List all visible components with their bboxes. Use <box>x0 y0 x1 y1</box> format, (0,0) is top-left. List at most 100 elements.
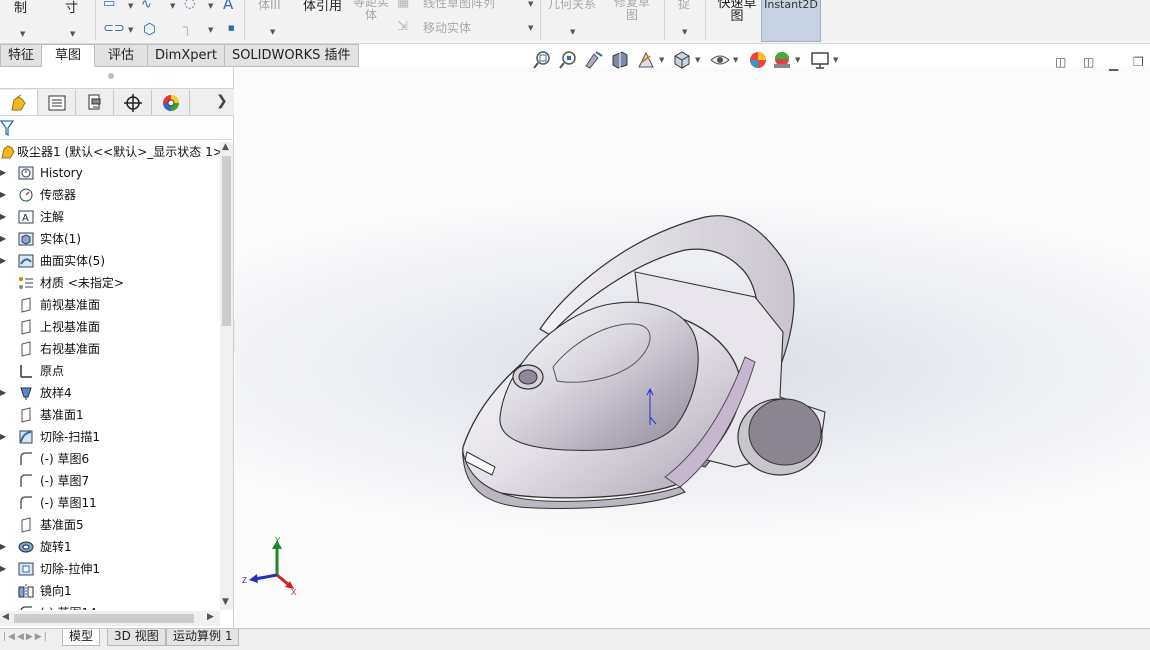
feature-manager-icon[interactable] <box>0 90 38 115</box>
scroll-down-icon[interactable]: ▼ <box>222 597 229 607</box>
tab-3d-view[interactable]: 3D 视图 <box>107 629 166 646</box>
tab-sketch[interactable]: 草图 <box>42 44 96 67</box>
tree-item[interactable]: ▶ A 注解 <box>0 206 220 228</box>
trim-entities-label[interactable]: 体III <box>258 0 281 12</box>
tree-item[interactable]: 前视基准面 <box>0 294 220 316</box>
tab-model[interactable]: 模型 <box>62 629 101 646</box>
expand-arrow-icon[interactable]: ▶ <box>0 558 6 580</box>
move-entities-label[interactable]: 移动实体 <box>423 21 471 35</box>
property-manager-icon[interactable] <box>38 90 76 115</box>
filter-icon[interactable] <box>0 120 14 136</box>
tree-item[interactable]: 基准面1 <box>0 404 220 426</box>
chevron-down-icon[interactable]: ▼ <box>20 30 25 38</box>
chevron-down-icon[interactable]: ▼ <box>570 28 575 36</box>
tree-item[interactable]: ▶ 传感器 <box>0 184 220 206</box>
expand-arrow-icon[interactable]: ▶ <box>0 184 6 206</box>
point-icon[interactable]: ■ <box>228 24 235 32</box>
expand-arrow-icon[interactable]: ▶ <box>0 206 6 228</box>
linear-pattern-icon[interactable]: ▦ <box>397 0 409 10</box>
fillet-icon[interactable]: ╮ <box>183 18 192 36</box>
tree-item-label: (-) 草图6 <box>40 452 90 466</box>
tree-item[interactable]: 材质 <未指定> <box>0 272 220 294</box>
display-manager-icon[interactable] <box>152 90 190 115</box>
chevron-down-icon[interactable]: ▼ <box>833 56 838 64</box>
repair-sketch-label[interactable]: 修复草图 <box>612 0 652 22</box>
spline-icon[interactable]: ∿ <box>141 0 152 12</box>
relations-label[interactable]: 几何关系 <box>548 0 596 11</box>
move-entities-icon[interactable]: ⇲ <box>397 19 408 34</box>
chevron-down-icon[interactable]: ▼ <box>128 26 133 34</box>
tree-item[interactable]: ▶ 实体(1) <box>0 228 220 250</box>
expand-arrow-icon[interactable]: ▶ <box>0 382 6 404</box>
chevron-down-icon[interactable]: ▼ <box>208 26 213 34</box>
chevron-down-icon[interactable]: ▼ <box>70 30 75 38</box>
scroll-up-icon[interactable]: ▲ <box>222 142 229 152</box>
scroll-right-icon[interactable]: ▶ <box>207 612 214 622</box>
instant2d-button[interactable]: Instant2D <box>761 0 821 42</box>
tree-filter-bar[interactable] <box>0 116 232 140</box>
tree-item[interactable]: 基准面5 <box>0 514 220 536</box>
chevron-down-icon[interactable]: ▼ <box>208 2 213 10</box>
snap-label[interactable]: 捉 <box>678 0 690 11</box>
tab-nav-arrows[interactable]: |◀◀▶▶| <box>3 632 49 642</box>
convert-entities-label[interactable]: 体引用 <box>303 0 342 14</box>
chevron-down-icon[interactable]: ▼ <box>528 24 533 32</box>
scroll-thumb[interactable] <box>222 156 231 326</box>
sketch-group-label[interactable]: 制 <box>14 2 27 16</box>
expand-arrow-icon[interactable]: ▶ <box>0 536 6 558</box>
graphics-area[interactable]: ▼ ▼ ▼ ▼ ▼ ◫ ◫ ▁ ❐ Y Z X <box>235 51 1150 628</box>
dimxpert-manager-icon[interactable] <box>114 90 152 115</box>
tree-item[interactable]: 右视基准面 <box>0 338 220 360</box>
tab-motion-study[interactable]: 运动算例 1 <box>166 629 240 646</box>
tree-root-part[interactable]: 吸尘器1 (默认<<默认>_显示状态 1> <box>0 142 220 162</box>
tree-item[interactable]: (-) 草图14 <box>0 602 220 610</box>
polygon-icon[interactable]: ⬡ <box>143 20 156 38</box>
tree-item[interactable]: 原点 <box>0 360 220 382</box>
chevron-right-icon[interactable]: ❯ <box>216 93 228 109</box>
smart-dimension-label[interactable]: 寸 <box>65 2 78 16</box>
tree-item[interactable]: ▶ 旋转1 <box>0 536 220 558</box>
chevron-down-icon[interactable]: ▼ <box>170 2 175 10</box>
tree-item[interactable]: ▶ 切除-拉伸1 <box>0 558 220 580</box>
chevron-down-icon[interactable]: ▼ <box>733 56 738 64</box>
text-icon[interactable]: A <box>223 0 233 13</box>
reference-triad[interactable]: Y Z X <box>241 537 301 597</box>
expand-arrow-icon[interactable]: ▶ <box>0 250 6 272</box>
tab-features[interactable]: 特征 <box>0 44 43 67</box>
tree-item[interactable]: ▶ 切除-扫描1 <box>0 426 220 448</box>
scroll-left-icon[interactable]: ◀ <box>2 612 9 622</box>
expand-arrow-icon[interactable]: ▶ <box>0 426 6 448</box>
tree-horizontal-scrollbar[interactable]: ◀ ▶ <box>0 611 220 626</box>
tab-solidworks-addins[interactable]: SOLIDWORKS 插件 <box>224 44 359 67</box>
tab-dimxpert[interactable]: DimXpert <box>148 44 225 67</box>
chevron-down-icon[interactable]: ▼ <box>795 56 800 64</box>
scroll-thumb[interactable] <box>14 614 194 623</box>
rapid-sketch-label[interactable]: 快速草图 <box>716 0 758 23</box>
chevron-down-icon[interactable]: ▼ <box>695 56 700 64</box>
tree-vertical-scrollbar[interactable]: ▲ ▼ <box>220 142 233 610</box>
chevron-down-icon[interactable]: ▼ <box>270 28 275 36</box>
tree-item[interactable]: (-) 草图6 <box>0 448 220 470</box>
tree-item[interactable]: (-) 草图11 <box>0 492 220 514</box>
chevron-down-icon[interactable]: ▼ <box>659 56 664 64</box>
tree-item[interactable]: ▶ 曲面实体(5) <box>0 250 220 272</box>
expand-arrow-icon[interactable]: ▶ <box>0 228 6 250</box>
expand-arrow-icon[interactable]: ▶ <box>0 162 6 184</box>
offset-entities-label[interactable]: 等距实体 <box>350 0 392 22</box>
configuration-manager-icon[interactable] <box>76 90 114 115</box>
tree-item[interactable]: (-) 草图7 <box>0 470 220 492</box>
panel-grip-handle[interactable] <box>108 73 114 79</box>
slot-icon[interactable]: ⊂⊃ <box>103 21 125 36</box>
linear-sketch-pattern-label[interactable]: 线性草图阵列 <box>423 0 495 10</box>
rectangle-icon[interactable]: ▭ <box>103 0 115 11</box>
circle-icon[interactable]: ◌ <box>184 0 195 11</box>
tree-item[interactable]: 镜向1 <box>0 580 220 602</box>
chevron-down-icon[interactable]: ▼ <box>528 0 533 8</box>
tree-item[interactable]: 上视基准面 <box>0 316 220 338</box>
chevron-down-icon[interactable]: ▼ <box>128 2 133 10</box>
chevron-down-icon[interactable]: ▼ <box>682 28 687 36</box>
tree-item[interactable]: ▶ History <box>0 162 220 184</box>
tree-item[interactable]: ▶ 放样4 <box>0 382 220 404</box>
vacuum-cleaner-model[interactable] <box>235 67 1150 628</box>
tab-evaluate[interactable]: 评估 <box>95 44 149 67</box>
